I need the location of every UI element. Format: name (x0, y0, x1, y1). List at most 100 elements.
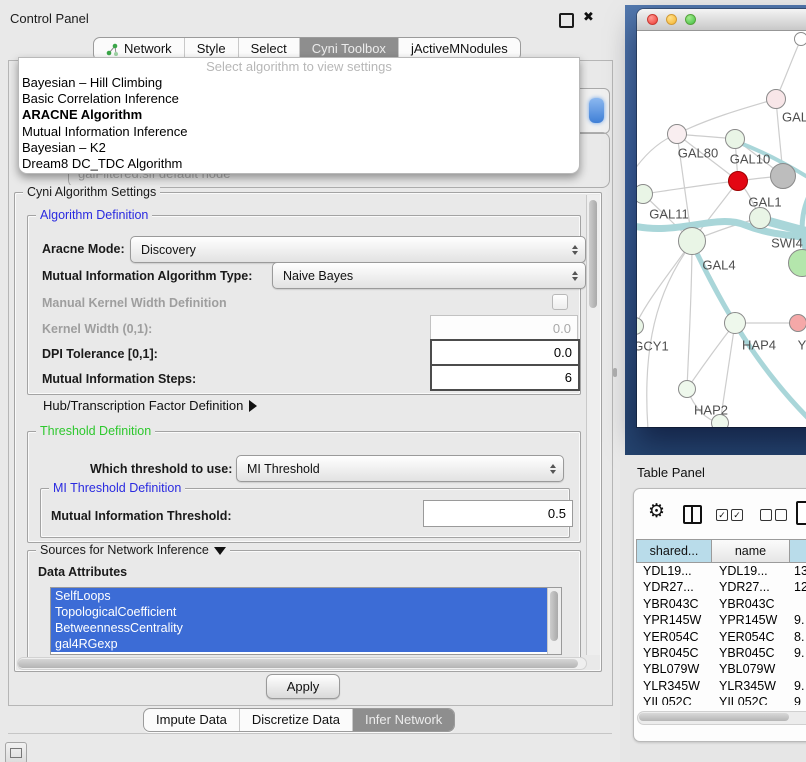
algorithm-option[interactable]: Mutual Information Inference (19, 124, 579, 140)
zoom-window-icon[interactable] (685, 14, 696, 25)
threshold-definition-title: Threshold Definition (36, 424, 155, 438)
table-cell: 9. (790, 612, 806, 628)
network-node[interactable] (794, 32, 806, 46)
mi-threshold-field[interactable]: 0.5 (423, 500, 573, 527)
attribute-list-item[interactable]: SelfLoops (51, 588, 548, 604)
sources-group-title[interactable]: Sources for Network Inference (36, 543, 230, 557)
checked-checkbox-icon[interactable]: ✓ (731, 509, 743, 521)
network-node[interactable] (711, 414, 729, 427)
network-canvas[interactable]: GALGAL80GAL10GAL1GAL11SWI4GAL4GCY1HAP4YH… (637, 31, 806, 427)
table-column-header[interactable]: shared... (636, 539, 712, 563)
data-attributes-list[interactable]: SelfLoopsTopologicalCoefficientBetweenne… (50, 587, 562, 655)
network-node[interactable] (667, 124, 687, 144)
network-node[interactable] (789, 314, 806, 332)
dpi-tolerance-field[interactable]: 0.0 (430, 339, 580, 366)
document-icon[interactable] (796, 501, 806, 525)
hub-definition-label: Hub/Transcription Factor Definition (43, 398, 243, 413)
collapse-right-icon (249, 400, 257, 412)
algorithm-dropdown-items: Bayesian – Hill ClimbingBasic Correlatio… (19, 75, 579, 172)
network-node[interactable] (725, 129, 745, 149)
algorithm-dropdown-list: Select algorithm to view settings Bayesi… (18, 57, 580, 174)
attributes-vertical-scrollbar[interactable] (547, 588, 561, 654)
scrollbar-thumb[interactable] (589, 200, 597, 308)
network-node-label: GAL11 (649, 207, 689, 222)
close-window-icon[interactable] (647, 14, 658, 25)
restore-panel-button[interactable] (5, 742, 27, 762)
apply-button[interactable]: Apply (266, 674, 340, 699)
algorithm-option[interactable]: Basic Correlation Inference (19, 91, 579, 107)
network-node[interactable] (678, 380, 696, 398)
scrollbar-thumb[interactable] (18, 659, 578, 668)
tab-impute-data[interactable]: Impute Data (144, 709, 239, 731)
table-row[interactable]: YBL079WYBL079W (636, 661, 806, 677)
table-cell (790, 596, 806, 612)
table-row[interactable]: YDR27...YDR27...12 (636, 579, 806, 595)
algorithm-option[interactable]: Bayesian – K2 (19, 140, 579, 156)
panel-resize-handle[interactable] (613, 368, 617, 377)
which-threshold-value: MI Threshold (247, 462, 320, 476)
tab-discretize-data[interactable]: Discretize Data (239, 709, 352, 731)
mi-steps-field[interactable]: 6 (430, 364, 580, 391)
table-row[interactable]: YER054CYER054C8. (636, 629, 806, 645)
mi-algorithm-type-label: Mutual Information Algorithm Type: (42, 269, 252, 283)
minimize-window-icon[interactable] (666, 14, 677, 25)
unchecked-checkbox-icon[interactable] (775, 509, 787, 521)
panel-divider (8, 733, 612, 734)
close-panel-icon[interactable]: ✖ (583, 9, 594, 25)
table-cell: YBR043C (636, 596, 712, 612)
column-layout-icon[interactable] (683, 505, 702, 524)
kernel-width-field[interactable]: 0.0 (430, 315, 578, 341)
algorithm-option[interactable]: ARACNE Algorithm (19, 107, 579, 123)
attribute-list-item[interactable]: TopologicalCoefficient (51, 604, 548, 620)
table-row[interactable]: YLR345WYLR345W9. (636, 678, 806, 694)
table-column-header[interactable]: name (712, 539, 790, 563)
which-threshold-combobox[interactable]: MI Threshold (236, 455, 564, 482)
network-node[interactable] (728, 171, 748, 191)
gear-icon[interactable]: ⚙ (648, 502, 665, 521)
algorithm-option[interactable]: Bayesian – Hill Climbing (19, 75, 579, 91)
table-row[interactable]: YDL19...YDL19...13 (636, 563, 806, 579)
attribute-list-item[interactable]: gal4RGexp (51, 636, 548, 652)
mi-threshold-value: 0.5 (548, 506, 566, 521)
table-cell: YBL079W (636, 661, 712, 677)
attribute-items: SelfLoopsTopologicalCoefficientBetweenne… (51, 588, 548, 652)
tab-infer-network[interactable]: Infer Network (352, 709, 454, 731)
hub-definition-toggle[interactable]: Hub/Transcription Factor Definition (43, 399, 257, 413)
control-panel: Control Panel ✖ Network Style Select Cyn… (0, 0, 620, 762)
scrollbar-thumb[interactable] (550, 591, 558, 641)
mi-algorithm-type-combobox[interactable]: Naive Bayes (272, 262, 586, 289)
settings-horizontal-scrollbar[interactable] (17, 657, 587, 670)
settings-vertical-scrollbar[interactable] (586, 195, 600, 655)
network-node[interactable] (770, 163, 796, 189)
algorithm-option[interactable]: Dream8 DC_TDC Algorithm (19, 156, 579, 172)
aracne-mode-combobox[interactable]: Discovery (130, 236, 586, 263)
table-cell: YBR043C (712, 596, 790, 612)
network-node[interactable] (749, 207, 771, 229)
table-cell: 8. (790, 629, 806, 645)
network-node[interactable] (766, 89, 786, 109)
dpi-tolerance-value: 0.0 (554, 345, 572, 360)
table-row[interactable]: YBR045CYBR045C9. (636, 645, 806, 661)
unchecked-checkbox-icon[interactable] (760, 509, 772, 521)
table-cell: 9. (790, 645, 806, 661)
table-horizontal-scrollbar[interactable] (637, 711, 806, 725)
table-row[interactable]: YBR043CYBR043C (636, 596, 806, 612)
table-row[interactable]: YPR145WYPR145W9. (636, 612, 806, 628)
manual-kernel-width-checkbox[interactable] (552, 294, 568, 310)
network-node[interactable] (724, 312, 746, 334)
table-row[interactable]: YIL052CYIL052C9 (636, 694, 806, 705)
network-node[interactable] (678, 227, 706, 255)
network-node-label: GAL (782, 110, 806, 125)
network-window-titlebar[interactable] (637, 9, 806, 31)
float-panel-button[interactable] (559, 13, 574, 28)
control-panel-title: Control Panel (10, 11, 89, 26)
table-column-header[interactable] (790, 539, 806, 563)
mi-steps-label: Mutual Information Steps: (42, 372, 196, 386)
network-node-label: SWI4 (771, 236, 803, 251)
attribute-list-item[interactable]: BetweennessCentrality (51, 620, 548, 636)
checked-checkbox-icon[interactable]: ✓ (716, 509, 728, 521)
data-attributes-label: Data Attributes (38, 565, 127, 579)
scrollbar-thumb[interactable] (639, 713, 789, 721)
network-view-window[interactable]: GALGAL80GAL10GAL1GAL11SWI4GAL4GCY1HAP4YH… (637, 9, 806, 427)
network-node-label: Y (798, 338, 806, 353)
